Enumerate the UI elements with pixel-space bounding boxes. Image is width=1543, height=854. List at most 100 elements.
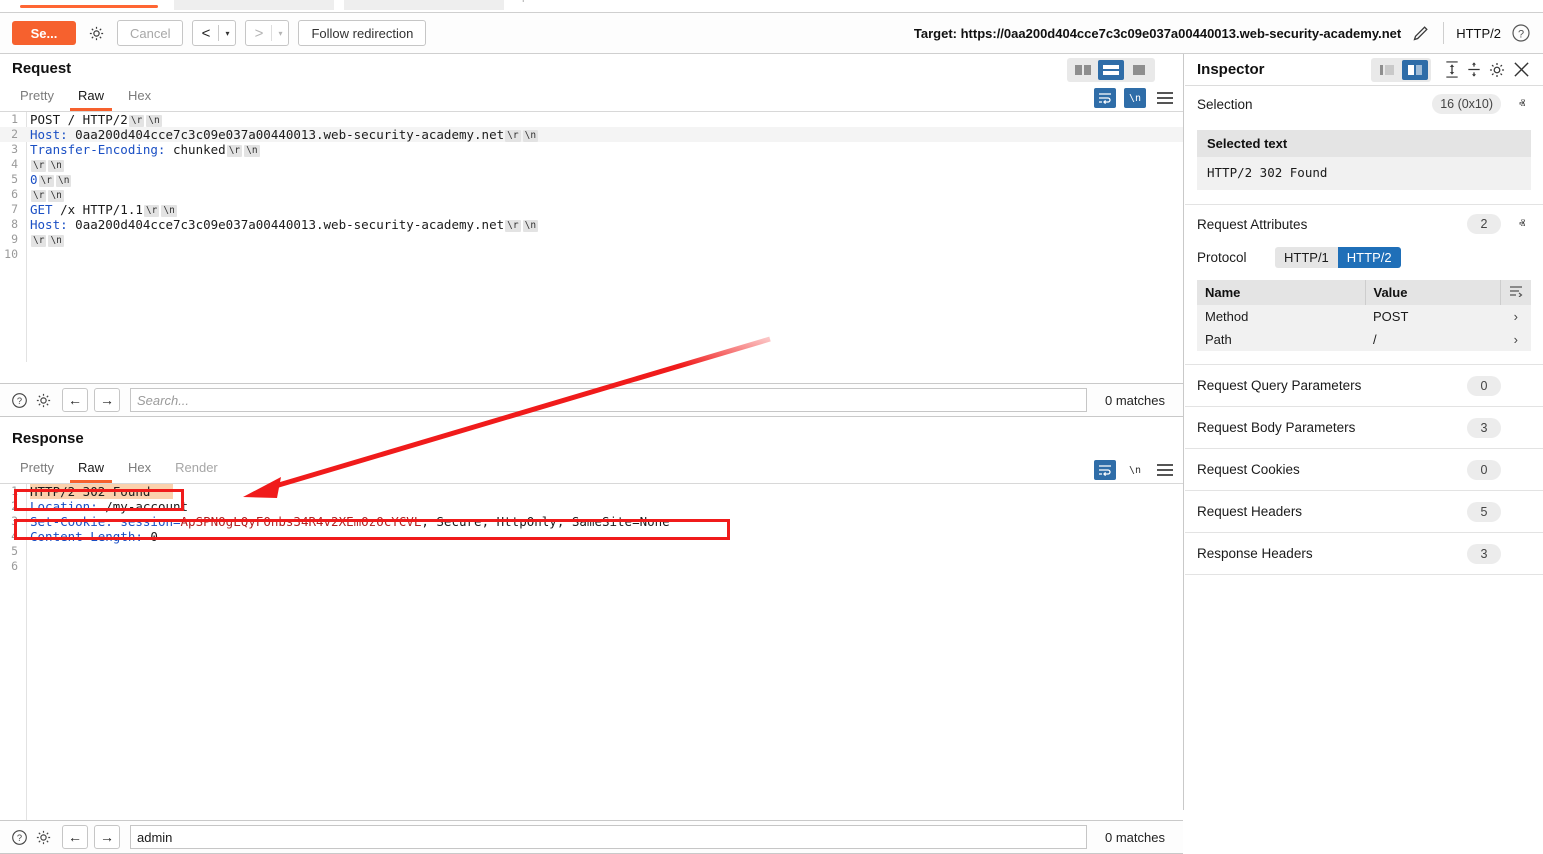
code-line-text: \r \n xyxy=(30,157,65,172)
tab-response-raw[interactable]: Raw xyxy=(70,460,112,483)
tab-request-hex[interactable]: Hex xyxy=(120,88,159,111)
inspector-collapse-layout-button[interactable] xyxy=(1374,60,1400,80)
send-button[interactable]: Se... xyxy=(12,21,76,45)
tab-remnant-active[interactable] xyxy=(14,0,164,10)
find-prev-button[interactable]: ← xyxy=(62,388,88,412)
single-pane-layout-icon xyxy=(1131,64,1147,76)
response-find-settings-icon[interactable] xyxy=(32,826,54,848)
tab-request-raw[interactable]: Raw xyxy=(70,88,112,111)
code-line[interactable]: 4 \r \n xyxy=(0,157,1183,172)
tab-response-pretty[interactable]: Pretty xyxy=(12,460,62,483)
inspector-expand-layout-button[interactable] xyxy=(1402,60,1428,80)
history-back-button[interactable]: < ▾ xyxy=(192,20,236,46)
new-tab-icon[interactable]: + xyxy=(520,0,526,6)
crlf-glyph: \n xyxy=(146,115,161,127)
find-help-icon[interactable]: ? xyxy=(8,389,30,411)
section-count-badge: 0 xyxy=(1467,376,1501,396)
svg-text:?: ? xyxy=(1518,28,1524,40)
chevron-down-icon: ⱟ xyxy=(1515,462,1529,477)
inspector-section-request-cookies[interactable]: Request Cookies 0 ⱟ xyxy=(1185,449,1543,491)
collapse-all-icon[interactable] xyxy=(1463,59,1485,81)
code-line[interactable]: 7 GET /x HTTP/1.1 \r \n xyxy=(0,202,1183,217)
pencil-icon[interactable] xyxy=(1411,23,1431,43)
response-editor-menu-icon[interactable] xyxy=(1157,461,1173,479)
tab-remnant-2[interactable] xyxy=(174,0,334,10)
code-token: Location: xyxy=(30,499,98,514)
code-token: POST / HTTP/2 xyxy=(30,112,128,127)
code-line[interactable]: 8 Host: 0aa200d404cce7c3c09e037a00440013.… xyxy=(0,217,1183,232)
tab-request-pretty[interactable]: Pretty xyxy=(12,88,62,111)
tab-response-render[interactable]: Render xyxy=(167,460,226,483)
response-show-newlines-toggle[interactable]: \n xyxy=(1124,460,1146,480)
inspector-layout-group xyxy=(1371,58,1431,82)
response-find-prev-button[interactable]: ← xyxy=(62,825,88,849)
cancel-button[interactable]: Cancel xyxy=(117,20,183,46)
column-header-value: Value xyxy=(1365,280,1501,305)
attribute-row[interactable]: Path / › xyxy=(1197,328,1531,351)
response-find-help-icon[interactable]: ? xyxy=(8,826,30,848)
code-line[interactable]: 6 xyxy=(0,559,1183,574)
chevron-right-icon[interactable]: › xyxy=(1501,305,1532,328)
side-by-side-layout-button[interactable] xyxy=(1070,60,1096,80)
request-search-input[interactable] xyxy=(130,388,1087,412)
attribute-value[interactable]: / xyxy=(1365,328,1501,351)
code-line[interactable]: 3 Set-Cookie: session=ApSPNOgLQyFOnbs34R4… xyxy=(0,514,1183,529)
question-circle-icon[interactable]: ? xyxy=(1511,23,1531,43)
find-next-button[interactable]: → xyxy=(94,388,120,412)
sort-icon[interactable] xyxy=(1501,280,1532,305)
send-settings-button[interactable] xyxy=(84,21,108,45)
inspector-gear-icon[interactable] xyxy=(1485,59,1509,81)
response-word-wrap-toggle[interactable] xyxy=(1094,460,1116,480)
code-line[interactable]: 5 0 \r \n xyxy=(0,172,1183,187)
word-wrap-icon xyxy=(1098,92,1112,104)
section-count-badge: 5 xyxy=(1467,502,1501,522)
single-pane-layout-button[interactable] xyxy=(1126,60,1152,80)
request-editor-menu-icon[interactable] xyxy=(1157,89,1173,107)
code-line[interactable]: 6 \r \n xyxy=(0,187,1183,202)
panel-left-icon xyxy=(1379,64,1395,76)
section-label: Request Body Parameters xyxy=(1197,420,1355,435)
expand-all-icon[interactable] xyxy=(1441,59,1463,81)
tab-response-hex[interactable]: Hex xyxy=(120,460,159,483)
code-line[interactable]: 2 Location: /my-account xyxy=(0,499,1183,514)
word-wrap-toggle[interactable] xyxy=(1094,88,1116,108)
code-line[interactable]: 2 Host: 0aa200d404cce7c3c09e037a00440013.… xyxy=(0,127,1183,142)
protocol-segmented-control: HTTP/1 HTTP/2 xyxy=(1275,247,1401,268)
response-search-input[interactable] xyxy=(130,825,1087,849)
code-line[interactable]: 3 Transfer-Encoding: chunked \r \n xyxy=(0,142,1183,157)
code-line[interactable]: 10 xyxy=(0,247,1183,262)
attribute-row[interactable]: Method POST › xyxy=(1197,305,1531,328)
selected-text-value[interactable]: HTTP/2 302 Found xyxy=(1197,157,1531,190)
protocol-option-http2[interactable]: HTTP/2 xyxy=(1338,247,1401,268)
protocol-option-http1[interactable]: HTTP/1 xyxy=(1275,247,1338,268)
code-line[interactable]: 1 HTTP/2 302 Found xyxy=(0,484,1183,499)
code-line[interactable]: 5 xyxy=(0,544,1183,559)
attribute-value[interactable]: POST xyxy=(1365,305,1501,328)
inspector-section-request-body-parameters[interactable]: Request Body Parameters 3 ⱟ xyxy=(1185,407,1543,449)
tab-remnant-3[interactable] xyxy=(344,0,504,10)
chevron-right-icon[interactable]: › xyxy=(1501,328,1532,351)
close-icon[interactable] xyxy=(1509,59,1533,81)
code-line[interactable]: 1 POST / HTTP/2 \r \n xyxy=(0,112,1183,127)
inspector-section-request-attributes[interactable]: Request Attributes 2 ⱏ xyxy=(1185,205,1543,243)
find-settings-icon[interactable] xyxy=(32,389,54,411)
response-code-editor[interactable]: 1 HTTP/2 302 Found 2 Location: /my-account… xyxy=(0,484,1183,820)
stacked-layout-button[interactable] xyxy=(1098,60,1124,80)
chevron-up-icon: ⱏ xyxy=(1515,96,1529,112)
section-label: Request Headers xyxy=(1197,504,1302,519)
follow-redirection-button[interactable]: Follow redirection xyxy=(298,20,426,46)
code-line[interactable]: 9 \r \n xyxy=(0,232,1183,247)
inspector-section-response-headers[interactable]: Response Headers 3 ⱟ xyxy=(1185,533,1543,575)
show-newlines-toggle[interactable]: \n xyxy=(1124,88,1146,108)
selection-label: Selection xyxy=(1197,97,1253,112)
inspector-section-request-query-parameters[interactable]: Request Query Parameters 0 ⱟ xyxy=(1185,365,1543,407)
inspector-section-selection[interactable]: Selection 16 (0x10) ⱏ xyxy=(1185,86,1543,122)
svg-text:?: ? xyxy=(16,396,21,406)
code-line[interactable]: 4 Content-Length: 0 xyxy=(0,529,1183,544)
request-code-editor[interactable]: 1 POST / HTTP/2 \r \n 2 Host: 0aa200d404cce7c… xyxy=(0,112,1183,362)
crlf-glyph: \r xyxy=(39,175,54,187)
history-forward-button[interactable]: > ▾ xyxy=(245,20,289,46)
inspector-section-request-headers[interactable]: Request Headers 5 ⱟ xyxy=(1185,491,1543,533)
request-title: Request xyxy=(12,60,71,77)
response-find-next-button[interactable]: → xyxy=(94,825,120,849)
